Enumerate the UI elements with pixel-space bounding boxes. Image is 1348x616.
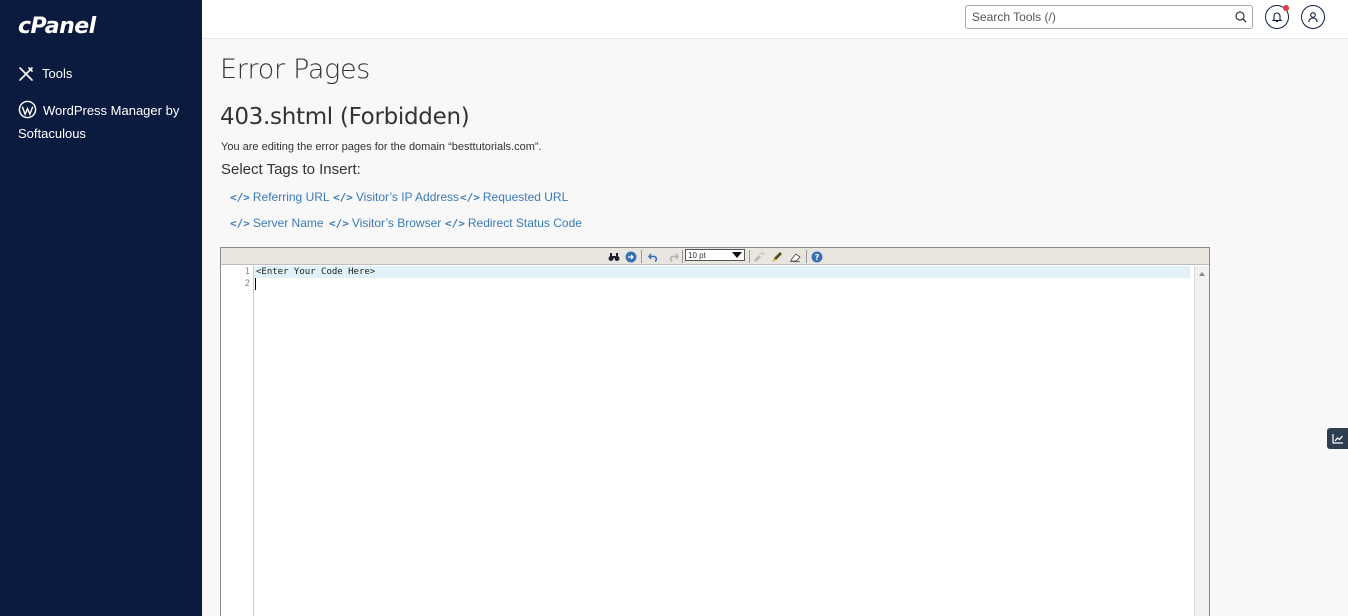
redo-icon (669, 253, 679, 262)
undo-icon (647, 253, 657, 262)
code-icon: </> (333, 190, 353, 204)
page-title: Error Pages (220, 54, 371, 85)
search-input[interactable] (972, 9, 1227, 25)
toolbar-separator (641, 250, 642, 263)
help-icon: ? (811, 251, 823, 262)
sidebar: cPanel Tools WordPress Manager by Softac… (0, 0, 202, 616)
wordpress-icon (18, 100, 37, 119)
user-icon (1308, 12, 1318, 23)
cpanel-logo[interactable]: cPanel (18, 14, 96, 39)
code-icon: </> (445, 216, 465, 230)
redo-button[interactable] (666, 250, 680, 263)
notifications-button[interactable] (1265, 5, 1289, 29)
highlight-icon (754, 251, 765, 262)
chart-line-icon (1331, 434, 1343, 444)
text-caret (255, 278, 256, 290)
tag-server-name[interactable]: </> Server Name (230, 216, 324, 230)
undo-button[interactable] (646, 250, 660, 263)
search-icon[interactable] (1235, 11, 1247, 23)
line-number: 1 (244, 267, 250, 277)
tag-visitor-ip[interactable]: </> Visitor’s IP Address (333, 190, 459, 204)
editor-toolbar: 10 pt ? (221, 248, 1209, 265)
tag-referring-url[interactable]: </> Referring URL (230, 190, 330, 204)
select-tags-label: Select Tags to Insert: (221, 161, 361, 178)
user-menu-button[interactable] (1301, 5, 1325, 29)
editing-description: You are editing the error pages for the … (221, 141, 542, 153)
search-box[interactable] (965, 5, 1253, 29)
tag-label: Redirect Status Code (467, 216, 582, 230)
sidebar-item-label: WordPress Manager by Softaculous (18, 103, 180, 141)
code-icon: </> (230, 190, 250, 204)
reformat-button[interactable] (770, 250, 784, 263)
font-size-select[interactable]: 10 pt (685, 249, 745, 261)
clear-button[interactable] (788, 250, 802, 263)
chevron-down-icon (732, 252, 742, 258)
tag-label: Visitor’s IP Address (355, 190, 460, 204)
editor-scrollbar[interactable] (1194, 266, 1209, 616)
find-button[interactable] (607, 250, 621, 263)
top-header (202, 0, 1348, 39)
bell-icon (1271, 12, 1283, 23)
tag-redirect-status[interactable]: </> Redirect Status Code (445, 216, 582, 230)
scroll-up-arrow-icon[interactable] (1199, 272, 1205, 276)
brush-icon (772, 251, 782, 262)
error-page-title: 403.shtml (Forbidden) (220, 104, 470, 130)
tag-visitor-browser[interactable]: </> Visitor’s Browser (329, 216, 441, 230)
tag-label: Referring URL (252, 190, 330, 204)
code-icon: </> (329, 216, 349, 230)
line-number: 2 (244, 279, 250, 289)
tools-icon (19, 67, 33, 81)
code-icon: </> (460, 190, 480, 204)
eraser-icon (790, 252, 801, 262)
toolbar-separator (682, 250, 683, 263)
sidebar-item-wordpress[interactable]: WordPress Manager by Softaculous (18, 99, 193, 145)
code-editor: 10 pt ? 1 2 <Enter Your Code Here> (220, 247, 1210, 616)
tag-requested-url[interactable]: </> Requested URL (460, 190, 568, 204)
font-size-value: 10 pt (688, 250, 706, 260)
goto-line-button[interactable] (624, 250, 638, 263)
notification-badge (1283, 5, 1289, 11)
goto-icon (625, 251, 637, 262)
code-line: <Enter Your Code Here> (254, 266, 1190, 278)
sidebar-item-label: Tools (42, 66, 73, 81)
sidebar-item-tools[interactable]: Tools (18, 66, 72, 82)
tag-label: Server Name (252, 216, 324, 230)
stats-panel-button[interactable] (1327, 428, 1348, 449)
toolbar-separator (806, 250, 807, 263)
help-button[interactable]: ? (810, 250, 824, 263)
toolbar-separator (749, 250, 750, 263)
highlight-toggle-button[interactable] (752, 250, 766, 263)
tag-label: Requested URL (482, 190, 569, 204)
code-icon: </> (230, 216, 250, 230)
binoculars-icon (608, 252, 620, 261)
line-number-gutter: 1 2 (221, 266, 253, 290)
code-textarea[interactable]: <Enter Your Code Here> (253, 266, 1190, 616)
svg-text:?: ? (815, 253, 820, 262)
tag-label: Visitor’s Browser (351, 216, 442, 230)
sidebar-item-wordpress-wrap: WordPress Manager by Softaculous (18, 99, 193, 145)
